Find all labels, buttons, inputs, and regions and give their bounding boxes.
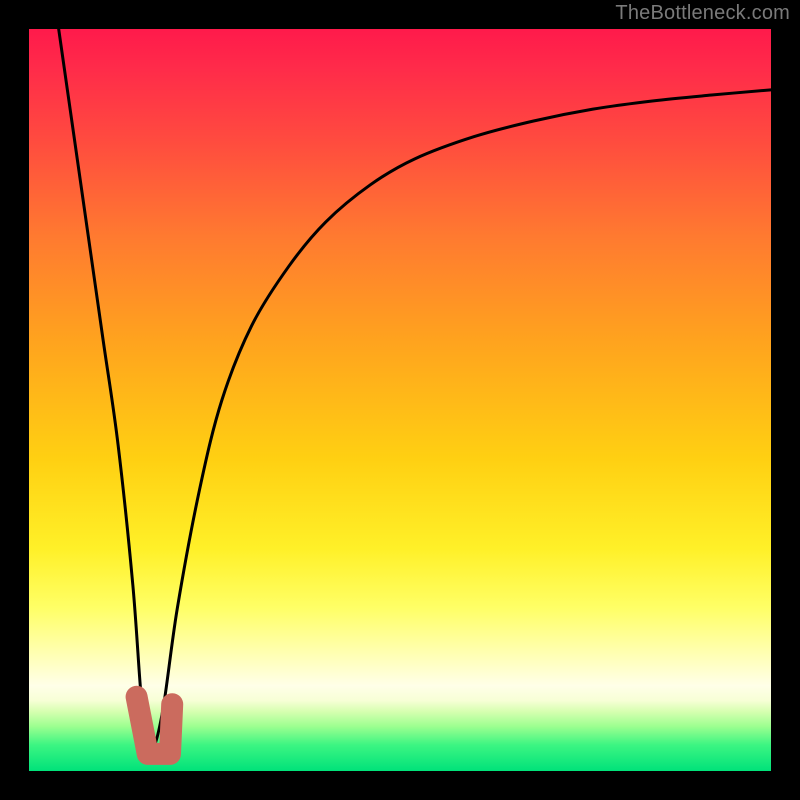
watermark-text: TheBottleneck.com	[615, 2, 790, 25]
gradient-background	[29, 29, 771, 771]
plot-area	[29, 29, 771, 771]
chart-frame: TheBottleneck.com	[0, 0, 800, 800]
plot-svg	[29, 29, 771, 771]
